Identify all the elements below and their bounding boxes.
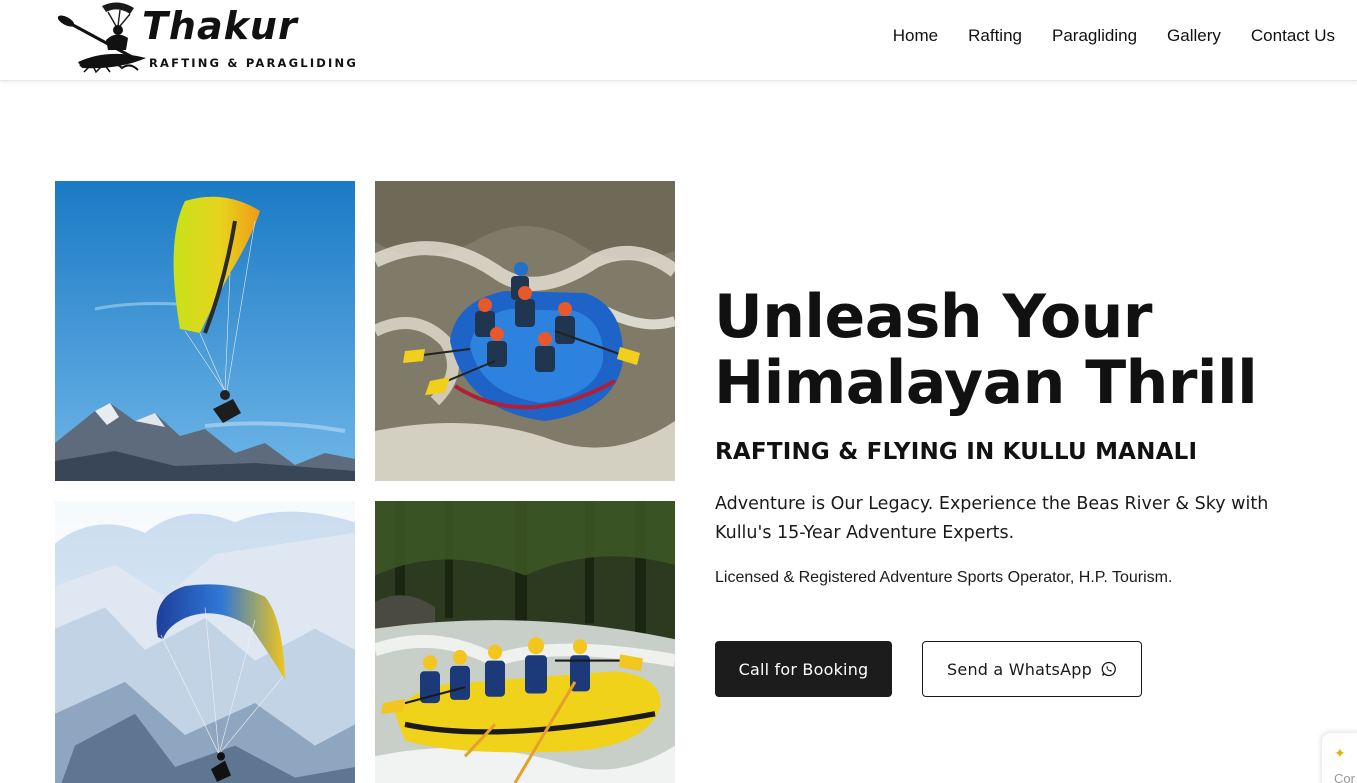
logo-subtitle: RAFTING & PARAGLIDING — [149, 56, 358, 70]
gallery-image-rafting-blue — [375, 181, 675, 481]
whatsapp-icon — [1101, 661, 1116, 677]
send-whatsapp-label: Send a WhatsApp — [947, 659, 1092, 679]
send-whatsapp-button[interactable]: Send a WhatsApp — [922, 641, 1142, 697]
nav-gallery[interactable]: Gallery — [1167, 26, 1221, 46]
logo-title: Thakur — [142, 4, 298, 48]
gallery-image-paragliding-sky — [55, 181, 355, 481]
hero-title: Unleash Your Himalayan Thrill — [714, 284, 1314, 416]
nav-paragliding[interactable]: Paragliding — [1052, 26, 1137, 46]
gallery-image-rafting-yellow — [375, 501, 675, 783]
site-header: Thakur RAFTING & PARAGLIDING Home Raftin… — [0, 0, 1357, 81]
site-logo[interactable]: Thakur RAFTING & PARAGLIDING — [58, 0, 368, 78]
call-for-booking-button[interactable]: Call for Booking — [715, 641, 892, 697]
sparkle-icon: ✦ — [1334, 745, 1346, 761]
main-nav: Home Rafting Paragliding Gallery Contact… — [893, 26, 1335, 46]
hero-title-line2: Himalayan Thrill — [714, 348, 1258, 418]
hero-title-line1: Unleash Your — [714, 282, 1152, 352]
hero-description: Adventure is Our Legacy. Experience the … — [715, 494, 1269, 543]
nav-rafting[interactable]: Rafting — [968, 26, 1022, 46]
paraglider-kayak-logo-icon — [58, 2, 146, 74]
hero-license-text: Licensed & Registered Adventure Sports O… — [715, 569, 1173, 586]
gallery-image-paragliding-snow — [55, 501, 355, 783]
hero-subtitle: RAFTING & FLYING IN KULLU MANALI — [715, 439, 1198, 465]
corner-widget-text: Cor — [1334, 771, 1355, 783]
nav-contact-us[interactable]: Contact Us — [1251, 26, 1335, 46]
nav-home[interactable]: Home — [893, 26, 938, 46]
call-for-booking-label: Call for Booking — [738, 659, 869, 679]
corner-chat-widget[interactable]: ✦ Cor — [1322, 733, 1357, 783]
